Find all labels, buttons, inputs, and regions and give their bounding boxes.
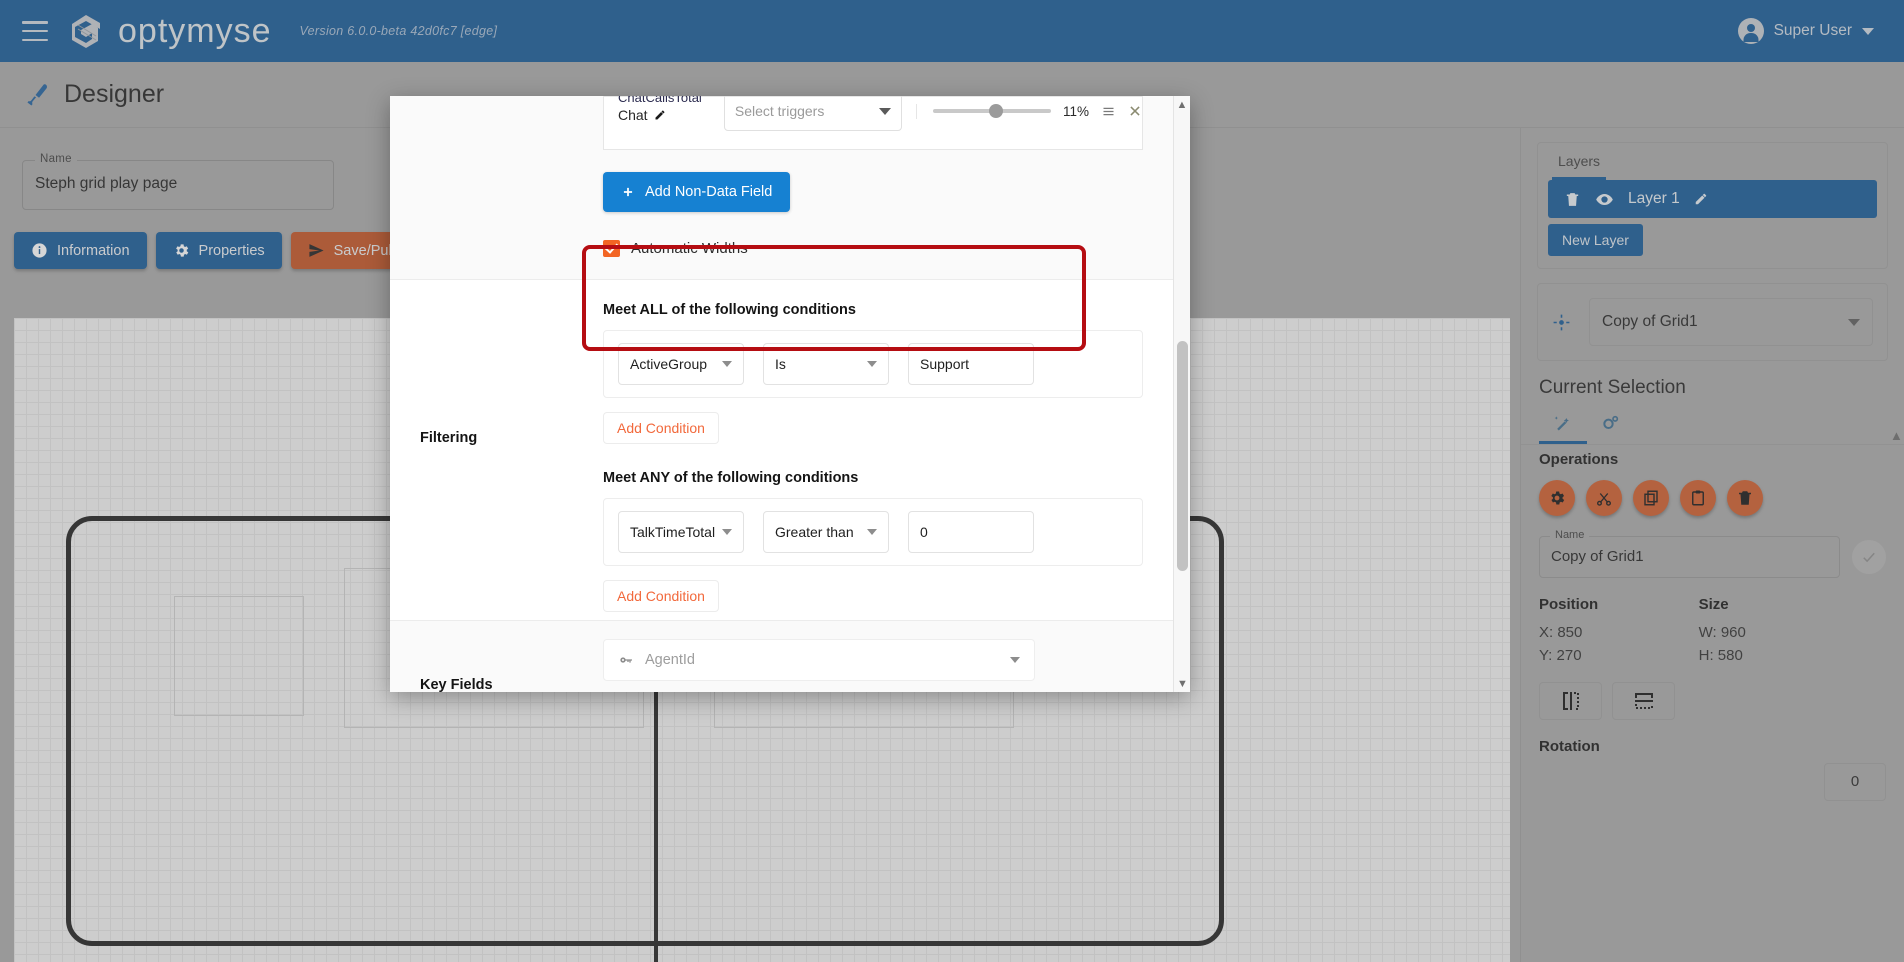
condition-operator-value: Is [775,356,786,372]
condition-field-select[interactable]: ActiveGroup [618,343,744,385]
key-field-name: AgentId [645,652,695,668]
close-icon[interactable] [1128,104,1142,118]
condition-value-input[interactable]: 0 [908,511,1034,553]
any-conditions-heading: Meet ANY of the following conditions [603,470,1173,486]
condition-field-value: ActiveGroup [630,356,707,372]
triggers-placeholder: Select triggers [735,103,824,119]
scrollbar-thumb[interactable] [1177,341,1188,571]
width-percent-label: 11% [1063,104,1089,119]
filtering-label: Filtering [420,430,477,446]
fields-section: ChatCallsTotal Chat Select triggers [390,96,1173,279]
condition-row: ActiveGroup Is Support [603,330,1143,398]
slider-knob[interactable] [989,104,1003,118]
field-name-label: Chat [618,107,648,123]
chevron-down-icon [722,361,732,367]
field-row: ChatCallsTotal Chat Select triggers [390,96,1173,150]
grid-settings-modal: ChatCallsTotal Chat Select triggers [390,96,1190,692]
automatic-widths-checkbox[interactable] [603,240,620,257]
field-name-cell: ChatCallsTotal Chat [618,108,724,139]
condition-field-select[interactable]: TalkTimeTotal [618,511,744,553]
add-non-data-field-button[interactable]: Add Non-Data Field [603,172,790,212]
condition-row: TalkTimeTotal Greater than 0 [603,498,1143,566]
scroll-down-button[interactable]: ▼ [1174,675,1190,692]
condition-value-text: Support [920,356,969,372]
chevron-down-icon [722,529,732,535]
pencil-icon[interactable] [654,109,666,121]
triggers-select[interactable]: Select triggers [724,96,902,131]
modal-scrollbar[interactable]: ▲ ▼ [1173,96,1190,692]
add-condition-all-button[interactable]: Add Condition [603,412,719,444]
modal-content: ChatCallsTotal Chat Select triggers [390,96,1173,692]
chevron-down-icon [1010,657,1020,663]
automatic-widths-label: Automatic Widths [631,240,748,257]
width-slider[interactable] [933,109,1051,113]
field-card: ChatCallsTotal Chat Select triggers [603,96,1143,150]
condition-operator-select[interactable]: Is [763,343,889,385]
plus-icon [621,185,635,199]
add-condition-any-button[interactable]: Add Condition [603,580,719,612]
drag-handle-icon[interactable] [1101,104,1116,119]
add-non-data-field-label: Add Non-Data Field [645,184,772,200]
condition-operator-select[interactable]: Greater than [763,511,889,553]
condition-field-value: TalkTimeTotal [630,524,715,540]
key-fields-section: Key Fields AgentId AgentName [390,620,1173,692]
all-conditions-heading: Meet ALL of the following conditions [603,302,1173,318]
chevron-down-icon [879,108,891,115]
filtering-section: Filtering Meet ALL of the following cond… [390,279,1173,620]
app-root: optymyse Version 6.0.0-beta 42d0fc7 [edg… [0,0,1904,962]
scroll-up-button[interactable]: ▲ [1174,96,1190,113]
condition-value-input[interactable]: Support [908,343,1034,385]
key-icon [618,652,634,668]
chevron-down-icon [867,529,877,535]
key-fields-label: Key Fields [420,677,493,692]
condition-value-text: 0 [920,524,928,540]
condition-operator-value: Greater than [775,524,854,540]
width-slider-group: 11% [916,104,1142,119]
automatic-widths-row[interactable]: Automatic Widths [603,240,1173,257]
chevron-down-icon [867,361,877,367]
key-field-select[interactable]: AgentId [603,639,1035,681]
field-name-clipped: ChatCallsTotal [618,96,724,105]
